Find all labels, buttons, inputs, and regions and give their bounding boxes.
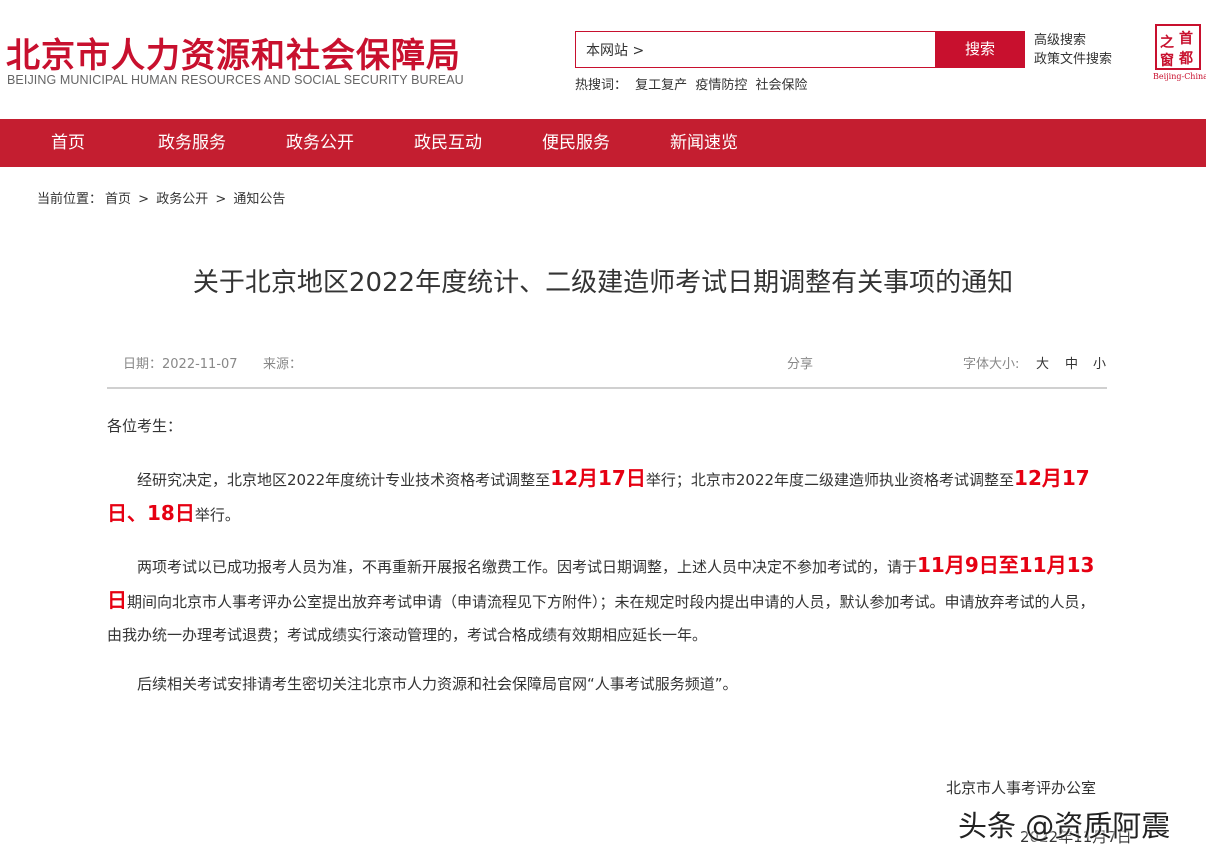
article-title: 关于北京地区2022年度统计、二级建造师考试日期调整有关事项的通知	[192, 268, 1014, 298]
breadcrumb-prefix: 当前位置：	[37, 192, 103, 207]
font-size-medium-button[interactable]: 中	[1065, 353, 1078, 372]
capital-logo-en: Beijing-China	[1153, 72, 1206, 81]
breadcrumb: 当前位置： 首页 > 政务公开 > 通知公告	[37, 188, 288, 207]
breadcrumb-gov-disclosure[interactable]: 政务公开	[156, 192, 208, 207]
font-size-label: 字体大小:	[963, 357, 1020, 372]
capital-logo-seal: 首 都 之 窗	[1155, 24, 1201, 70]
breadcrumb-home[interactable]: 首页	[105, 192, 131, 207]
nav-home[interactable]: 首页	[51, 119, 85, 167]
font-size-large-button[interactable]: 大	[1036, 353, 1049, 372]
hot-search-label: 热搜词：	[575, 78, 628, 93]
site-header: 北京市人力资源和社会保障局 BEIJING MUNICIPAL HUMAN RE…	[0, 0, 1206, 119]
paragraph-text: 经研究决定，北京地区2022年度统计专业技术资格考试调整至	[137, 471, 551, 489]
breadcrumb-separator: >	[215, 192, 227, 207]
paragraph-text: 期间向北京市人事考评办公室提出放弃考试申请（申请流程见下方附件）；未在规定时段内…	[107, 593, 1095, 644]
paragraph-text: 举行。	[194, 506, 240, 524]
advanced-search-link[interactable]: 高级搜索	[1034, 31, 1112, 50]
highlight-date: 12月17日	[550, 466, 646, 490]
article-source: 来源：	[263, 357, 303, 372]
paragraph-text: 两项考试以已成功报考人员为准，不再重新开展报名缴费工作。因考试日期调整，上述人员…	[137, 558, 918, 576]
nav-news[interactable]: 新闻速览	[670, 119, 738, 167]
capital-window-logo[interactable]: 首 都 之 窗 Beijing-China	[1153, 24, 1206, 84]
nav-interaction[interactable]: 政民互动	[414, 119, 482, 167]
nav-public-services[interactable]: 便民服务	[542, 119, 610, 167]
article-paragraph-1: 经研究决定，北京地区2022年度统计专业技术资格考试调整至12月17日举行；北京…	[107, 462, 1107, 532]
policy-search-link[interactable]: 政策文件搜索	[1034, 50, 1112, 69]
hot-term-link[interactable]: 疫情防控	[695, 78, 747, 93]
article-signature: 北京市人事考评办公室	[946, 779, 1097, 797]
article-paragraph-3: 后续相关考试安排请考生密切关注北京市人力资源和社会保障局官网“人事考试服务频道”…	[137, 675, 738, 693]
breadcrumb-notices[interactable]: 通知公告	[233, 192, 285, 207]
nav-gov-services[interactable]: 政务服务	[158, 119, 226, 167]
main-nav: 首页 政务服务 政务公开 政民互动 便民服务 新闻速览	[0, 119, 1206, 167]
hot-search-terms: 热搜词： 复工复产 疫情防控 社会保险	[575, 74, 811, 93]
watermark-text: 头条 @资质阿震	[958, 809, 1171, 843]
article-date: 日期：2022-11-07	[123, 357, 238, 372]
site-logo-title[interactable]: 北京市人力资源和社会保障局	[6, 28, 461, 77]
search-box[interactable]	[575, 31, 935, 68]
hot-term-link[interactable]: 复工复产	[635, 78, 687, 93]
logo-char: 都	[1179, 51, 1193, 67]
font-size-small-button[interactable]: 小	[1093, 353, 1106, 372]
hot-term-link[interactable]: 社会保险	[755, 78, 807, 93]
logo-char: 窗	[1160, 53, 1174, 69]
article-paragraph-2: 两项考试以已成功报考人员为准，不再重新开展报名缴费工作。因考试日期调整，上述人员…	[107, 549, 1107, 652]
nav-gov-disclosure[interactable]: 政务公开	[286, 119, 354, 167]
article-greeting: 各位考生：	[107, 417, 183, 435]
search-input[interactable]	[576, 32, 935, 67]
paragraph-text: 举行；北京市2022年度二级建造师执业资格考试调整至	[645, 471, 1015, 489]
logo-char: 之	[1160, 35, 1174, 51]
search-links: 高级搜索 政策文件搜索	[1034, 31, 1112, 69]
logo-char: 首	[1179, 31, 1193, 47]
breadcrumb-separator: >	[138, 192, 150, 207]
article-meta: 日期：2022-11-07 来源： 分享 字体大小: 大 中 小	[107, 352, 1107, 389]
site-logo-subtitle: BEIJING MUNICIPAL HUMAN RESOURCES AND SO…	[7, 73, 464, 87]
share-button[interactable]: 分享	[787, 353, 813, 372]
search-button[interactable]: 搜索	[935, 31, 1025, 68]
